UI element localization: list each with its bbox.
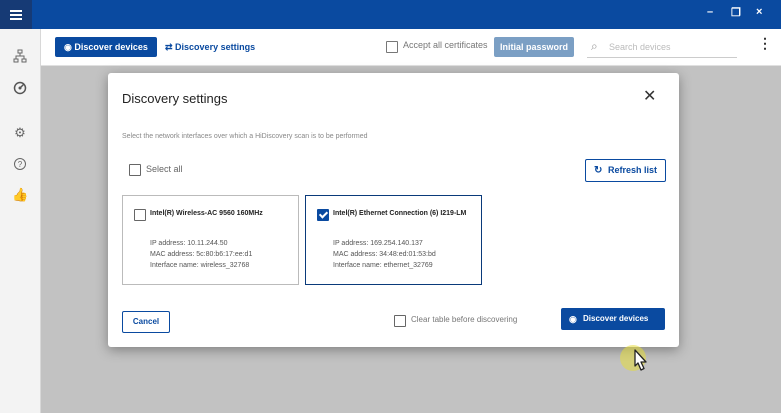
initial-password-button[interactable]: Initial password (494, 37, 574, 57)
dialog-description: Select the network interfaces over which… (122, 133, 368, 140)
clear-table-label: Clear table before discovering (411, 315, 518, 324)
refresh-icon: ↻ (594, 165, 603, 176)
accept-certificates-checkbox[interactable] (386, 41, 398, 53)
network-icon[interactable] (12, 49, 28, 65)
select-all-label: Select all (146, 164, 183, 174)
more-options-icon[interactable]: ⋮ (758, 35, 772, 52)
svg-text:?: ? (18, 160, 23, 169)
title-bar: – ❐ × (0, 0, 781, 29)
sidebar: ⚙ ? 👍 (0, 29, 41, 413)
settings-icon[interactable]: ⚙ (12, 125, 28, 141)
discovery-settings-dialog: Discovery settings ✕ Select the network … (108, 73, 679, 347)
close-icon[interactable]: ✕ (643, 86, 656, 106)
discover-devices-button[interactable]: ◉ Discover devices (561, 308, 665, 330)
discover-icon: ◉ (569, 314, 577, 324)
discovery-settings-tab[interactable]: ⇄ Discovery settings (165, 37, 255, 57)
search-input[interactable]: ⌕ Search devices (587, 37, 737, 58)
restore-button[interactable]: ❐ (731, 6, 741, 19)
interface-ip: IP address: 169.254.140.137 (333, 240, 423, 247)
interface-name: Interface name: ethernet_32769 (333, 262, 433, 269)
interface-ip: IP address: 10.11.244.50 (150, 240, 228, 247)
interface-card-wireless[interactable]: Intel(R) Wireless-AC 9560 160MHz IP addr… (122, 195, 299, 285)
minimize-button[interactable]: – (707, 6, 713, 18)
interface-mac: MAC address: 34:48:ed:01:53:bd (333, 251, 436, 258)
dialog-title: Discovery settings (122, 91, 228, 106)
discover-devices-tab[interactable]: ◉ Discover devices (55, 37, 157, 57)
interface-checkbox[interactable] (317, 209, 329, 221)
clear-table-checkbox[interactable] (394, 315, 406, 327)
refresh-list-button[interactable]: ↻ Refresh list (585, 159, 666, 182)
discover-icon[interactable] (12, 81, 28, 97)
toolbar: ◉ Discover devices ⇄ Discovery settings … (41, 29, 781, 66)
interface-checkbox[interactable] (134, 209, 146, 221)
select-all-checkbox[interactable] (129, 164, 141, 176)
cancel-button[interactable]: Cancel (122, 311, 170, 333)
help-icon[interactable]: ? (12, 157, 28, 173)
cursor-icon (634, 349, 647, 371)
interface-name: Interface name: wireless_32768 (150, 262, 250, 269)
interface-title: Intel(R) Wireless-AC 9560 160MHz (150, 210, 263, 217)
search-icon: ⌕ (591, 39, 598, 53)
interface-mac: MAC address: 5c:80:b6:17:ee:d1 (150, 251, 253, 258)
thumbs-up-icon[interactable]: 👍 (12, 187, 28, 203)
menu-icon[interactable] (0, 0, 32, 29)
accept-certificates-label: Accept all certificates (403, 40, 488, 50)
interface-card-ethernet[interactable]: Intel(R) Ethernet Connection (6) I219-LM… (305, 195, 482, 285)
interface-title: Intel(R) Ethernet Connection (6) I219-LM (333, 210, 467, 217)
close-window-button[interactable]: × (756, 6, 762, 18)
